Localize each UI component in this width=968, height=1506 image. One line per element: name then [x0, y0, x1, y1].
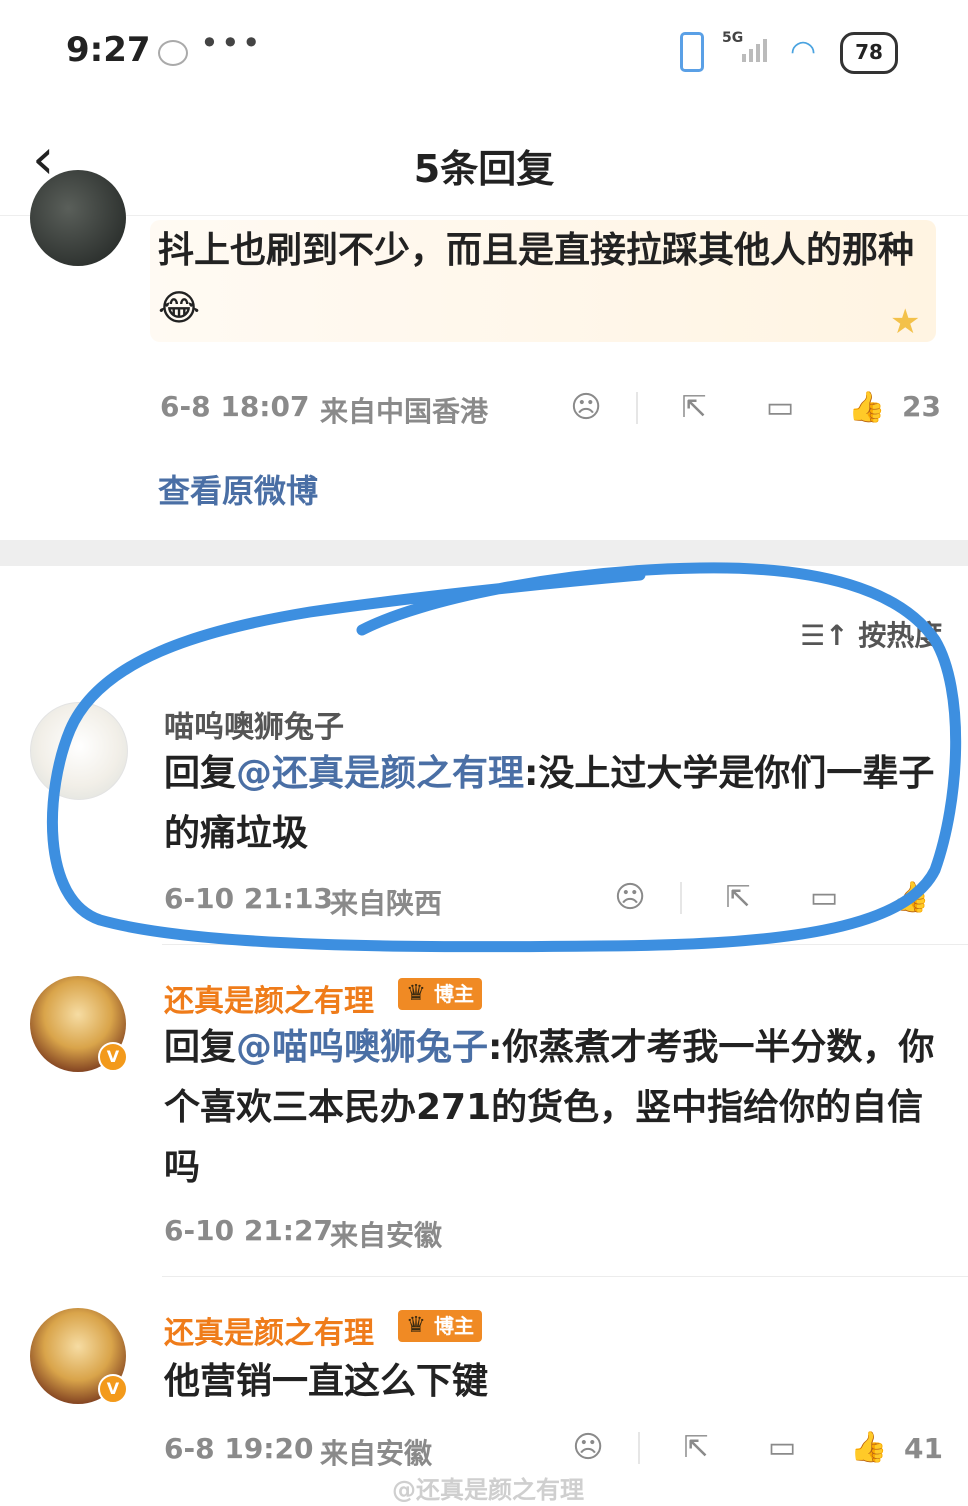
comment-location: 来自陕西: [330, 887, 443, 920]
blogger-badge: ♛ 博主: [398, 1310, 482, 1342]
blogger-badge-label: 博主: [434, 982, 474, 1006]
comment-location: 来自安徽: [320, 1437, 433, 1470]
comment-text: 回复@还真是颜之有理:没上过大学是你们一辈子的痛垃圾: [164, 744, 944, 864]
commenter-name[interactable]: 还真是颜之有理: [164, 1308, 374, 1352]
star-badge-icon: ★: [890, 302, 921, 342]
like-icon[interactable]: 👍: [892, 880, 929, 916]
mention-link[interactable]: @还真是颜之有理: [236, 753, 524, 794]
comment-icon[interactable]: ▭: [762, 390, 798, 426]
share-icon[interactable]: ⇱: [678, 1430, 714, 1466]
comment-text: 回复@喵呜噢狮兔子:你蒸煮才考我一半分数，你个喜欢三本民办271的货色，竖中指给…: [164, 1018, 944, 1198]
reply-prefix: 回复: [164, 1027, 237, 1068]
original-post-location: 来自中国香港: [320, 395, 489, 428]
blogger-badge: ♛ 博主: [398, 978, 482, 1010]
wifi-icon: ◠: [790, 34, 817, 69]
sort-label: 按热度: [858, 619, 943, 652]
status-indicators: 5G ◠ 78: [680, 30, 900, 74]
comment-location: 来自安徽: [330, 1219, 443, 1252]
like-count: 41: [904, 1432, 943, 1465]
network-type: 5G: [722, 30, 744, 46]
signal-icon: [742, 36, 772, 68]
comment-time: 6-10 21:13: [164, 882, 333, 915]
app-notification-icon: [158, 40, 188, 66]
dislike-icon[interactable]: ☹: [612, 880, 648, 916]
action-divider: [638, 1432, 640, 1464]
reply-prefix: 回复: [164, 753, 237, 794]
page-title: 5条回复: [413, 147, 555, 191]
action-divider: [636, 392, 638, 424]
comment-icon[interactable]: ▭: [764, 1430, 800, 1466]
mention-link[interactable]: @喵呜噢狮兔子: [236, 1027, 488, 1068]
verified-icon: V: [98, 1042, 128, 1072]
original-post-time: 6-8 18:07: [160, 390, 310, 423]
comment-text: 他营销一直这么下键: [164, 1361, 489, 1402]
sort-icon: ☰↑: [800, 619, 849, 652]
comment-time: 6-8 19:20: [164, 1432, 314, 1465]
watermark: @还真是颜之有理: [392, 1476, 584, 1504]
view-original-link[interactable]: 查看原微博: [158, 466, 318, 512]
commenter-name[interactable]: 喵呜噢狮兔子: [164, 702, 344, 746]
dislike-icon[interactable]: ☹: [570, 1430, 606, 1466]
crown-icon: ♛: [406, 1313, 426, 1338]
crown-icon: ♛: [406, 981, 426, 1006]
battery-icon: 78: [840, 32, 898, 74]
row-divider: [162, 944, 968, 945]
original-post-text: 抖上也刷到不少，而且是直接拉踩其他人的那种😂: [158, 230, 915, 329]
dislike-icon[interactable]: ☹: [568, 390, 604, 426]
like-count: 23: [902, 390, 941, 423]
vibrate-icon: [680, 32, 704, 72]
action-divider: [680, 882, 682, 914]
more-notifications-icon: •••: [200, 24, 263, 62]
row-divider: [162, 1276, 968, 1277]
status-time: 9:27: [66, 30, 151, 70]
like-icon[interactable]: 👍: [850, 1430, 887, 1466]
comment-time: 6-10 21:27: [164, 1214, 333, 1247]
blogger-badge-label: 博主: [434, 1314, 474, 1338]
original-poster-avatar[interactable]: [30, 170, 126, 266]
like-icon[interactable]: 👍: [848, 390, 885, 426]
share-icon[interactable]: ⇱: [720, 880, 756, 916]
commenter-name[interactable]: 还真是颜之有理: [164, 976, 374, 1020]
section-separator: [0, 540, 968, 566]
comment-icon[interactable]: ▭: [806, 880, 842, 916]
header-divider: [0, 215, 968, 216]
verified-icon: V: [98, 1374, 128, 1404]
sort-button[interactable]: ☰↑ 按热度: [800, 614, 942, 654]
commenter-avatar[interactable]: [30, 702, 128, 800]
share-icon[interactable]: ⇱: [676, 390, 712, 426]
